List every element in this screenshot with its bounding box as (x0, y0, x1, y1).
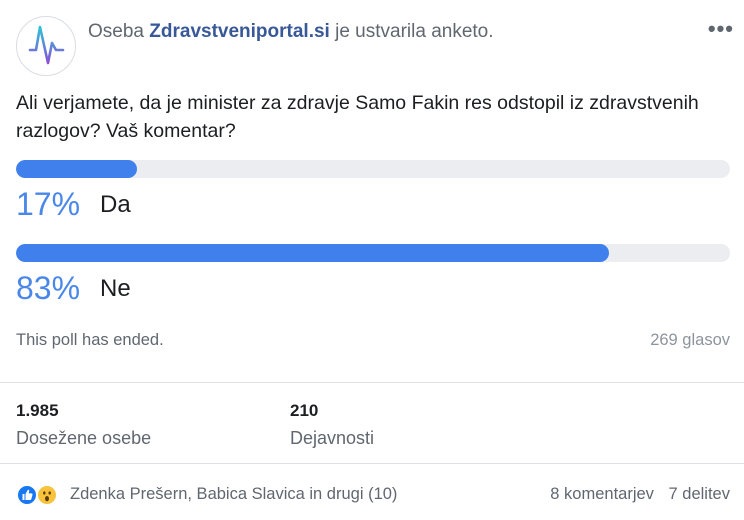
comments-link[interactable]: 8 komentarjev (550, 485, 654, 503)
like-icon (16, 484, 38, 506)
poll-option-da[interactable]: 17% Da (16, 160, 730, 230)
poll-bar-fill (16, 244, 609, 262)
poll-bar-track (16, 244, 730, 262)
page-name-link[interactable]: Zdravstveniportal.si (149, 21, 330, 42)
poll-question: Ali verjamete, da je minister za zdravje… (16, 92, 699, 142)
poll-option-percent: 17% (16, 186, 81, 222)
reaction-names[interactable]: Zdenka Prešern, Babica Slavica in drugi … (70, 485, 397, 504)
page-avatar[interactable] (16, 16, 76, 76)
vote-count[interactable]: 269 glasov (650, 331, 730, 350)
reach-value: 1.985 (16, 401, 59, 420)
poll-status: This poll has ended. (16, 331, 164, 349)
engagement-links: 8 komentarjev 7 delitev (540, 485, 730, 504)
engagement-stat: 210 Dejavnosti (290, 401, 374, 449)
post-author-line: Oseba Zdravstveniportal.si je ustvarila … (88, 21, 494, 43)
heartbeat-logo-icon (28, 25, 65, 65)
poll-option-ne[interactable]: 83% Ne (16, 244, 730, 314)
poll-bar-fill (16, 160, 138, 178)
reaction-icons[interactable] (16, 484, 66, 506)
post-header: Oseba Zdravstveniportal.si je ustvarila … (16, 14, 733, 78)
divider (0, 463, 744, 464)
engagement-value: 210 (290, 401, 319, 420)
shares-link[interactable]: 7 delitev (669, 485, 730, 503)
reach-stat: 1.985 Dosežene osebe (16, 401, 151, 449)
divider (0, 382, 744, 383)
reactions-bar: Zdenka Prešern, Babica Slavica in drugi … (16, 484, 730, 506)
poll-option-label: Ne (100, 275, 131, 302)
engagement-label: Dejavnosti (290, 428, 375, 448)
poll-bar-track (16, 160, 730, 178)
poll-footer: This poll has ended. 269 glasov (16, 331, 730, 350)
poll-option-percent: 83% (16, 270, 81, 306)
poll-option-label: Da (100, 191, 131, 218)
reach-label: Dosežene osebe (16, 428, 152, 448)
wow-icon (36, 484, 58, 506)
more-options-icon[interactable]: ••• (708, 16, 734, 42)
author-suffix: je ustvarila anketo. (335, 21, 494, 42)
author-prefix: Oseba (88, 21, 144, 42)
